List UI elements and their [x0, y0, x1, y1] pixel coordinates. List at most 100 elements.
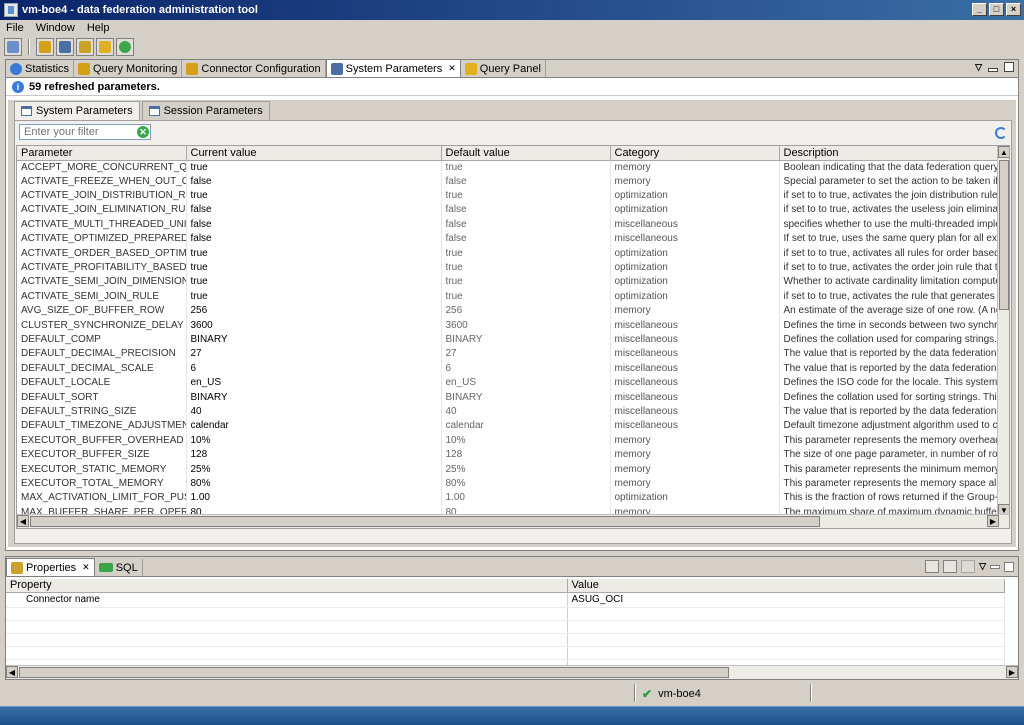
- table-row[interactable]: DEFAULT_LOCALE en_US en_US miscellaneous Def…: [17, 375, 1000, 391]
- table-row[interactable]: [6, 620, 1005, 634]
- table-row[interactable]: ACTIVATE_ORDER_BASED_OPTIMIZ... true true o…: [17, 246, 1000, 261]
- table-row[interactable]: EXECUTOR_BUFFER_SIZE 128 128 memory The size…: [17, 447, 1000, 463]
- tab-system-parameters[interactable]: System Parameters ✕: [325, 59, 461, 77]
- categories-icon[interactable]: [925, 560, 940, 573]
- scroll-thumb[interactable]: [30, 516, 820, 527]
- cell-parameter: EXECUTOR_STATIC_MEMORY: [17, 462, 187, 477]
- tab-properties[interactable]: Properties ✕: [6, 558, 95, 576]
- cell-category: miscellaneous: [610, 419, 780, 434]
- table-row[interactable]: AVG_SIZE_OF_BUFFER_ROW 256 256 memory An est…: [17, 304, 1000, 319]
- tab-query-monitoring[interactable]: Query Monitoring: [74, 60, 183, 77]
- cell-current-value: BINARY: [186, 390, 442, 405]
- table-row[interactable]: DEFAULT_DECIMAL_PRECISION 27 27 miscellaneo…: [17, 347, 1000, 362]
- tab-connector-configuration[interactable]: Connector Configuration: [182, 60, 326, 77]
- cell-description: if set to to true, activates all rules f…: [779, 246, 1000, 261]
- table-row[interactable]: [6, 646, 1005, 660]
- toolbar-connector-button[interactable]: [76, 38, 94, 56]
- column-header-parameter[interactable]: Parameter: [17, 146, 187, 161]
- cell-category: miscellaneous: [610, 361, 780, 376]
- column-header-default-value[interactable]: Default value: [441, 146, 611, 161]
- close-tab-icon[interactable]: ✕: [448, 63, 456, 74]
- table-row[interactable]: DEFAULT_STRING_SIZE 40 40 miscellaneous The …: [17, 404, 1000, 420]
- scroll-right-icon[interactable]: ▶: [987, 515, 999, 527]
- table-row[interactable]: EXECUTOR_TOTAL_MEMORY 80% 80% memory This pa…: [17, 476, 1000, 492]
- table-icon: [330, 62, 343, 75]
- tab-system-parameters-sub[interactable]: System Parameters: [14, 101, 140, 120]
- parameters-table: Parameter Current value Default value Ca…: [17, 146, 1000, 528]
- table-row[interactable]: DEFAULT_SORT BINARY BINARY miscellaneous Def…: [17, 390, 1000, 405]
- table-row[interactable]: DEFAULT_TIMEZONE_ADJUSTMENT_...calendarc…: [17, 419, 1000, 434]
- table-row[interactable]: EXECUTOR_STATIC_MEMORY 25% 25% memory This p…: [17, 462, 1000, 477]
- table-row[interactable]: ACTIVATE_PROFITABILITY_BASED_J...truetru…: [17, 260, 1000, 276]
- table-row[interactable]: DEFAULT_COMP BINARY BINARY miscellaneous Def…: [17, 332, 1000, 348]
- clear-filter-icon[interactable]: ✕: [137, 126, 149, 138]
- cell-description: This parameter represents the memory spa…: [779, 476, 1000, 492]
- table-row[interactable]: ACTIVATE_JOIN_ELIMINATION_RULE false false…: [17, 203, 1000, 218]
- tab-session-parameters[interactable]: Session Parameters: [141, 101, 270, 120]
- cell-category: miscellaneous: [610, 232, 780, 247]
- filter-input[interactable]: [19, 124, 151, 140]
- maximize-view-icon[interactable]: [1004, 561, 1014, 572]
- table-row[interactable]: CLUSTER_SYNCHRONIZE_DELAY 3600 3600 miscell…: [17, 318, 1000, 333]
- table-row[interactable]: Connector name ASUG_OCI: [6, 592, 1005, 608]
- column-header-description[interactable]: Description: [779, 146, 1000, 161]
- table-row[interactable]: DEFAULT_DECIMAL_SCALE 6 6 miscellaneous The …: [17, 361, 1000, 376]
- menu-window[interactable]: Window: [36, 22, 75, 34]
- scroll-thumb[interactable]: [999, 160, 1009, 310]
- column-header-value[interactable]: Value: [567, 579, 1005, 593]
- view-menu-icon[interactable]: ▽: [975, 62, 982, 73]
- table-row[interactable]: [6, 607, 1005, 621]
- table-row[interactable]: ACCEPT_MORE_CONCURRENT_QUE...truetruemem…: [17, 160, 1000, 175]
- tab-label: Query Monitoring: [93, 62, 178, 75]
- column-header-category[interactable]: Category: [610, 146, 780, 161]
- info-bar: i 59 refreshed parameters.: [6, 78, 1018, 96]
- horizontal-scrollbar[interactable]: ◀ ▶: [17, 514, 1009, 528]
- table-row[interactable]: ACTIVATE_OPTIMIZED_PREPARED_S...falsefal…: [17, 232, 1000, 247]
- toolbar-query-panel-button[interactable]: [96, 38, 114, 56]
- table-row[interactable]: ACTIVATE_SEMI_JOIN_RULE true true optimizat…: [17, 289, 1000, 305]
- tab-query-panel[interactable]: Query Panel: [461, 60, 546, 77]
- vertical-scrollbar[interactable]: ▲ ▼: [997, 146, 1009, 516]
- toolbar-statistics-button[interactable]: [116, 38, 134, 56]
- view-menu-icon[interactable]: ▽: [979, 561, 986, 572]
- menu-help[interactable]: Help: [87, 22, 110, 34]
- cell-description: This parameter represents the minimum me…: [779, 462, 1000, 477]
- cell-default-value: 25%: [441, 462, 611, 477]
- scroll-left-icon[interactable]: ◀: [6, 666, 18, 678]
- maximize-button[interactable]: □: [989, 3, 1004, 16]
- status-separator: [634, 684, 636, 702]
- table-row[interactable]: MAX_ACTIVATION_LIMIT_FOR_PUS... 1.00 1.00 o…: [17, 491, 1000, 506]
- table-row[interactable]: [6, 633, 1005, 647]
- maximize-view-icon[interactable]: [1004, 62, 1014, 72]
- close-tab-icon[interactable]: ✕: [82, 562, 90, 573]
- table-row[interactable]: ACTIVATE_FREEZE_WHEN_OUT_OF... false false…: [17, 174, 1000, 189]
- refresh-icon[interactable]: [995, 127, 1007, 139]
- menu-file[interactable]: File: [6, 22, 24, 34]
- column-header-property[interactable]: Property: [6, 579, 568, 593]
- restore-default-icon[interactable]: [961, 560, 976, 573]
- table-row[interactable]: EXECUTOR_BUFFER_OVERHEAD 10% 10% memory This…: [17, 433, 1000, 448]
- filter-advanced-icon[interactable]: [943, 560, 958, 573]
- table-row[interactable]: ACTIVATE_JOIN_DISTRIBUTION_RULEtruetrueo…: [17, 188, 1000, 204]
- scroll-right-icon[interactable]: ▶: [1006, 666, 1018, 678]
- column-header-current-value[interactable]: Current value: [186, 146, 442, 161]
- info-icon: i: [12, 80, 24, 93]
- scroll-left-icon[interactable]: ◀: [17, 515, 29, 527]
- minimize-view-icon[interactable]: [988, 68, 998, 72]
- toolbar-query-monitoring-button[interactable]: [36, 38, 54, 56]
- cell-description: specifies whether to use the multi-threa…: [779, 217, 1000, 233]
- tab-label: Query Panel: [479, 62, 541, 75]
- minimize-button[interactable]: _: [972, 3, 987, 16]
- scroll-up-icon[interactable]: ▲: [998, 146, 1009, 158]
- horizontal-scrollbar[interactable]: ◀ ▶: [6, 665, 1018, 679]
- window-title: vm-boe4 - data federation administration…: [22, 4, 258, 16]
- close-button[interactable]: ×: [1006, 3, 1021, 16]
- connect-button[interactable]: [4, 38, 22, 56]
- minimize-view-icon[interactable]: [990, 564, 1000, 569]
- scroll-thumb[interactable]: [19, 667, 729, 678]
- table-row[interactable]: ACTIVATE_SEMI_JOIN_DIMENSION_... true true…: [17, 275, 1000, 290]
- tab-sql[interactable]: SQL: [95, 559, 143, 576]
- tab-statistics[interactable]: Statistics: [6, 60, 75, 77]
- table-row[interactable]: ACTIVATE_MULTI_THREADED_UNIO... false fals…: [17, 217, 1000, 233]
- toolbar-system-parameters-button[interactable]: [56, 38, 74, 56]
